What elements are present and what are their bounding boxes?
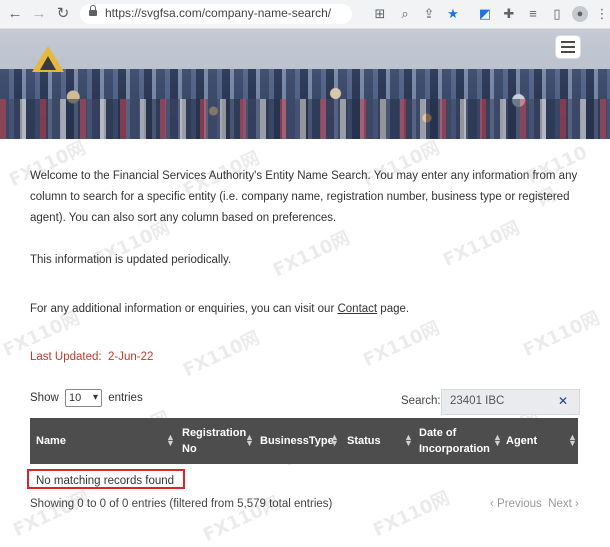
table-header: Name ▲ ▼ Registration No ▲ ▼ BusinessType … (30, 418, 578, 464)
column-label: Status (347, 435, 381, 447)
extension-icon[interactable]: ◩ (477, 6, 493, 22)
banner-sky (0, 29, 610, 74)
sort-icon[interactable]: ▲ ▼ (245, 433, 254, 448)
next-page-button[interactable]: Next (548, 498, 572, 510)
entries-label: entries (108, 392, 143, 404)
watermark: FX110网 (10, 487, 93, 542)
reload-icon[interactable]: ↻ (54, 5, 72, 23)
sort-icon[interactable]: ▲ ▼ (568, 433, 577, 448)
column-label: Name (36, 435, 66, 447)
sort-icon[interactable]: ▲ ▼ (330, 433, 339, 448)
reading-list-icon[interactable]: ≡ (525, 6, 541, 22)
column-label: Registration No (182, 427, 247, 455)
contact-link[interactable]: Contact (337, 303, 377, 315)
watermark: FX110网 (370, 487, 453, 542)
clear-search-icon[interactable]: ✕ (558, 394, 568, 408)
column-header-status[interactable]: Status (347, 418, 411, 464)
column-header-agent[interactable]: Agent (506, 418, 566, 464)
header-banner (0, 29, 610, 139)
contact-paragraph: For any additional information or enquir… (30, 299, 580, 320)
menu-line (561, 41, 575, 43)
puzzle-icon[interactable]: ✚ (501, 6, 517, 22)
column-header-registration-no[interactable]: Registration No (182, 418, 252, 464)
bookmark-star-icon[interactable]: ★ (445, 6, 461, 22)
watermark: FX110网 (180, 327, 263, 382)
hamburger-menu-icon[interactable] (556, 36, 580, 58)
browser-toolbar: ← → ↻ https://svgfsa.com/company-name-se… (0, 0, 610, 29)
show-label: Show (30, 392, 59, 404)
back-arrow-icon[interactable]: ← (6, 5, 24, 23)
column-label: Agent (506, 435, 538, 447)
url-text[interactable]: https://svgfsa.com/company-name-search/ (105, 6, 331, 20)
last-updated-label: Last Updated: (30, 351, 102, 363)
entries-length-control: Show 10 entries (30, 388, 143, 409)
column-label: Date of Incorporation (419, 427, 490, 455)
empty-table-message: No matching records found (27, 469, 185, 489)
contact-text-before: For any additional information or enquir… (30, 303, 338, 315)
column-label: BusinessType (260, 435, 334, 447)
table-info: Showing 0 to 0 of 0 entries (filtered fr… (30, 498, 333, 510)
share-icon[interactable]: ⇪ (421, 6, 437, 22)
menu-line (561, 51, 575, 53)
previous-page-button[interactable]: Previous (497, 498, 542, 510)
column-header-name[interactable]: Name (36, 418, 176, 464)
logo-inner-triangle (40, 56, 56, 70)
menu-line (561, 46, 575, 48)
pagination: ‹ Previous Next › (490, 498, 579, 510)
last-updated: Last Updated: 2-Jun-22 (30, 347, 153, 368)
sort-icon[interactable]: ▲ ▼ (404, 433, 413, 448)
side-panel-icon[interactable]: ▯ (549, 6, 565, 22)
translate-icon[interactable]: ⊞ (372, 6, 388, 22)
lock-icon[interactable] (89, 5, 97, 18)
search-input-value[interactable]: 23401 IBC (450, 395, 504, 407)
profile-icon[interactable]: ● (572, 6, 588, 22)
entries-select[interactable]: 10 (64, 388, 102, 407)
intro-paragraph: Welcome to the Financial Services Author… (30, 170, 578, 224)
more-menu-icon[interactable]: ⋮ (594, 6, 610, 22)
sort-icon[interactable]: ▲ ▼ (166, 433, 175, 448)
banner-roofs (0, 99, 610, 139)
watermark: FX110网 (360, 317, 443, 372)
contact-text-after: page. (377, 303, 410, 315)
update-note: This information is updated periodically… (30, 254, 232, 266)
zoom-icon[interactable]: ⌕ (397, 6, 413, 22)
forward-arrow-icon[interactable]: → (30, 5, 48, 23)
previous-page-icon[interactable]: ‹ (490, 498, 494, 510)
sort-icon[interactable]: ▲ ▼ (493, 433, 502, 448)
address-bar[interactable]: https://svgfsa.com/company-name-search/ (80, 4, 352, 24)
column-header-date-of-incorporation[interactable]: Date of Incorporation (419, 418, 499, 464)
search-input[interactable]: 23401 IBC ✕ (441, 389, 580, 415)
last-updated-value: 2-Jun-22 (108, 351, 154, 363)
next-page-icon[interactable]: › (575, 498, 579, 510)
site-logo[interactable] (30, 40, 66, 72)
search-label: Search: (401, 395, 441, 407)
